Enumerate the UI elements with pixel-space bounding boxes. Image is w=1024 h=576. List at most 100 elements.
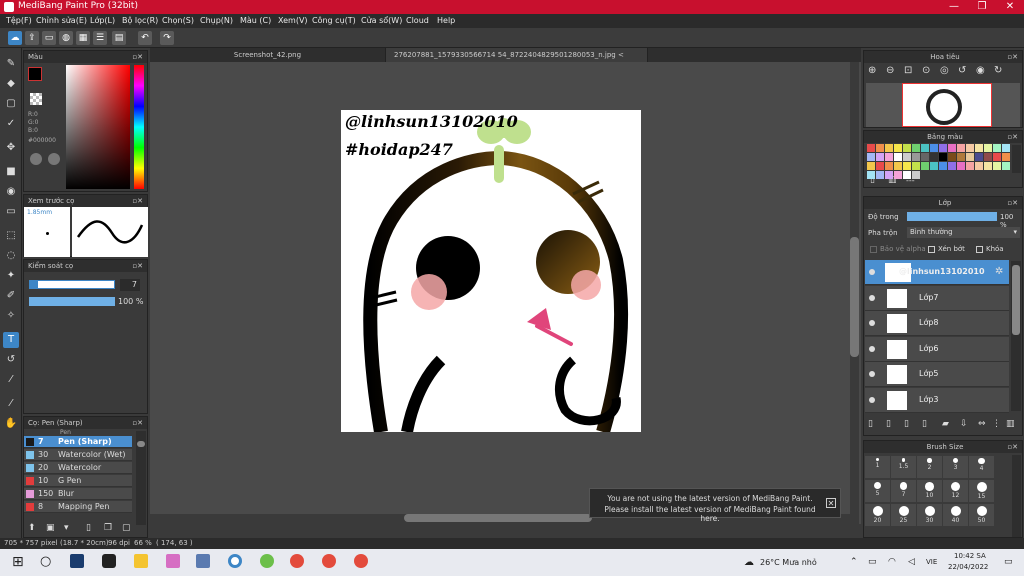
color-mode-icon[interactable] [48,153,60,165]
palette-swatch[interactable] [867,162,875,170]
new-layer-8bit-icon[interactable]: ▯ [886,419,891,429]
menu-capture[interactable]: Chụp(N) [200,16,233,25]
shape-tool-icon[interactable]: ▢ [3,96,19,112]
palette-swatch[interactable] [957,153,965,161]
panel-close-icon[interactable]: ▫✕ [1007,197,1018,209]
menu-edit[interactable]: Chỉnh sửa(E) [36,16,87,25]
palette-swatch[interactable] [912,153,920,161]
chat-icon[interactable]: ◍ [59,31,73,45]
redo-icon[interactable]: ↷ [160,31,174,45]
layer-item[interactable]: Lớp6 [865,336,1009,362]
layer-settings-icon[interactable]: ✲ [995,266,1003,277]
menu-window[interactable]: Cửa sổ(W) [361,16,402,25]
divide-tool-icon[interactable]: ⁄ [3,396,19,412]
layer-item[interactable]: Lớp5 [865,362,1009,387]
notice-close-icon[interactable]: ✕ [826,498,836,508]
palette-swatch[interactable] [984,153,992,161]
dot-tool-icon[interactable]: ✓ [3,116,19,132]
brush-size-slider[interactable] [29,280,115,289]
brush-item[interactable]: 30 Watercolor (Wet) [24,449,132,461]
rotate-reset-icon[interactable]: ◉ [976,65,985,76]
navigator-thumbnail[interactable] [866,83,1020,127]
rotate-right-icon[interactable]: ↻ [994,65,1002,76]
brush-menu-icon[interactable]: ▾ [64,523,69,533]
palette-swatch[interactable] [1002,162,1010,170]
reset-view-icon[interactable]: ◎ [940,65,949,76]
brush-new-icon[interactable]: ▯ [86,523,91,533]
fill-rect-icon[interactable]: ■ [3,164,19,180]
layer-visibility-icon[interactable] [869,396,875,403]
palette-swatch[interactable] [903,162,911,170]
palette-swatch[interactable] [984,144,992,152]
palette-swatch[interactable] [975,153,983,161]
panel-close-icon[interactable]: ▫✕ [132,260,143,272]
language-indicator[interactable]: VIE [926,558,937,566]
brush-size-cell[interactable]: 3 [943,456,968,478]
text-tool-icon[interactable]: T [3,332,19,348]
layer-visibility-icon[interactable] [869,294,875,301]
palette-swatch[interactable] [867,171,875,179]
foreground-color-swatch[interactable] [28,67,42,81]
clip-checkbox[interactable] [928,246,935,253]
zoom-in-icon[interactable]: ⊕ [868,65,876,76]
update-notice[interactable]: You are not using the latest version of … [589,488,841,523]
palette-swatch[interactable] [876,153,884,161]
panel-close-icon[interactable]: ▫✕ [132,417,143,429]
brush-size-cell[interactable]: 7 [891,480,916,502]
layers-scrollbar[interactable] [1011,261,1021,411]
rotate-left-icon[interactable]: ↺ [958,65,966,76]
brush-size-cell[interactable]: 20 [865,504,890,526]
palette-swatch[interactable] [993,144,1001,152]
brush-size-cell[interactable]: 4 [969,456,994,478]
close-button[interactable]: ✕ [996,0,1024,14]
brush-size-cell[interactable]: 25 [891,504,916,526]
layer-visibility-icon[interactable] [869,320,875,326]
palette-swatch[interactable] [921,144,929,152]
app-icon-1[interactable] [70,554,84,568]
brush-size-cell[interactable]: 40 [943,504,968,526]
select-tool-icon[interactable]: ⬚ [3,228,19,244]
palette-swatch[interactable] [939,144,947,152]
volume-icon[interactable]: ◁ [908,557,915,567]
operation-tool-icon[interactable]: ↺ [3,352,19,368]
brush-item[interactable]: 150 Blur [24,488,132,500]
brush-delete-icon[interactable]: ▢ [122,523,131,533]
anime-app-icon[interactable] [166,554,180,568]
hand-tool-icon[interactable]: ✋ [3,416,19,432]
minimize-button[interactable]: — [940,0,968,14]
palette-swatch[interactable] [966,162,974,170]
clock-time[interactable]: 10:42 SA [954,552,986,560]
palette-swatch[interactable] [1002,144,1010,152]
wifi-icon[interactable]: ◠ [888,557,896,567]
artwork-canvas[interactable]: @linhsun13102010 #hoidap247 [341,110,641,432]
palette-swatch[interactable] [912,162,920,170]
lock-checkbox[interactable] [976,246,983,253]
brush-size-cell[interactable]: 10 [917,480,942,502]
hue-slider[interactable] [134,65,144,189]
panel-close-icon[interactable]: ▫✕ [132,195,143,207]
palette-swatch[interactable] [876,171,884,179]
palette-swatch[interactable] [894,171,902,179]
fit-icon[interactable]: ⊡ [904,65,912,76]
undo-icon[interactable]: ↶ [138,31,152,45]
panel-close-icon[interactable]: ▫✕ [132,51,143,63]
tab-screenshot[interactable]: Screenshot_42.png [150,48,386,62]
eraser-tool-icon[interactable]: ◆ [3,76,19,92]
palette-swatch[interactable] [921,162,929,170]
menu-select[interactable]: Chọn(S) [162,16,194,25]
menu-layer[interactable]: Lớp(L) [90,16,115,25]
menu-help[interactable]: Help [437,16,455,25]
palette-swatch[interactable] [930,153,938,161]
chrome-icon-3[interactable] [354,554,368,568]
weather-text[interactable]: 26°C Mưa nhỏ [760,558,817,567]
palette-swatch[interactable] [903,153,911,161]
comment-icon[interactable]: ▭ [42,31,56,45]
brush-tool-icon[interactable]: ✎ [3,56,19,72]
panel-close-icon[interactable]: ▫✕ [1007,131,1018,143]
palette-swatch[interactable] [876,144,884,152]
palette-swatch[interactable] [984,162,992,170]
palette-swatch[interactable] [975,144,983,152]
brush-item-partial[interactable]: Pen [24,429,134,435]
select-pen-icon[interactable]: ✐ [3,288,19,304]
clock-date[interactable]: 22/04/2022 [948,563,988,571]
